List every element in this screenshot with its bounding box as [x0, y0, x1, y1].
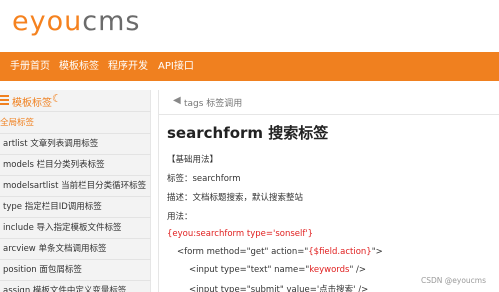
sidebar-item-assign[interactable]: assign 模板文件中定义变量标签: [0, 281, 151, 292]
nav-item-template-tags[interactable]: 模板标签: [59, 52, 99, 81]
sidebar-title: 模板标签: [12, 98, 52, 109]
page-title: searchform 搜索标签: [167, 124, 329, 142]
code-input1-name: keywords: [309, 265, 350, 275]
nav-item-development[interactable]: 程序开发: [108, 52, 148, 81]
usage-label: 用法：: [167, 212, 193, 222]
code-input-submit-line: <input type="submit" value='点击搜索' />: [189, 285, 369, 292]
sidebar-item-arcview[interactable]: arcview 单条文档调用标签: [0, 239, 151, 260]
logo-part-cms: cms: [82, 6, 141, 37]
sidebar-item-modelsartlist[interactable]: modelsartlist 当前栏目分类循环标签: [0, 176, 151, 197]
code-input1-post: " />: [349, 265, 367, 275]
back-arrow-icon[interactable]: ◀: [173, 95, 181, 106]
sidebar-item-position[interactable]: position 面包屑标签: [0, 260, 151, 281]
code-form-line: <form method="get" action="{$field.actio…: [177, 247, 383, 257]
nav-item-api[interactable]: API接口: [158, 52, 194, 81]
site-header: eyoucms: [0, 0, 499, 52]
moon-icon[interactable]: ☾: [52, 92, 62, 105]
code-form-post: ">: [371, 247, 383, 257]
eyoucms-logo[interactable]: eyoucms: [12, 6, 140, 37]
main-nav: 手册首页 模板标签 程序开发 API接口: [0, 52, 499, 81]
description-line: 描述：文档标题搜索，默认搜索整站: [167, 193, 304, 203]
code-form-action: {$field.action}: [308, 247, 372, 257]
sidebar-header: 模板标签 ☾: [0, 90, 151, 112]
logo-part-eyou: eyou: [12, 6, 83, 37]
tag-line: 标签：searchform: [167, 174, 241, 184]
main-content: ◀ tags 标签调用 searchform 搜索标签 【基础用法】 标签：se…: [158, 90, 499, 292]
sidebar: 模板标签 ☾ 全局标签 artlist 文章列表调用标签 models 栏目分类…: [0, 90, 151, 292]
sidebar-item-artlist[interactable]: artlist 文章列表调用标签: [0, 134, 151, 155]
breadcrumb-text[interactable]: tags 标签调用: [184, 96, 242, 109]
csdn-watermark: CSDN @eyoucms: [421, 276, 486, 285]
code-form-pre: <form method="get" action=": [177, 247, 309, 257]
spacer: [0, 81, 499, 90]
section-heading: 【基础用法】: [167, 155, 219, 165]
sidebar-item-type[interactable]: type 指定栏目ID调用标签: [0, 197, 151, 218]
sidebar-item-global-tags[interactable]: 全局标签: [0, 113, 151, 134]
sidebar-item-include[interactable]: include 导入指定模板文件标签: [0, 218, 151, 239]
code-input1-pre: <input type="text" name=": [189, 265, 310, 275]
menu-icon[interactable]: [0, 95, 9, 105]
code-input-text-line: <input type="text" name="keywords" />: [189, 265, 366, 275]
sidebar-item-models[interactable]: models 栏目分类列表标签: [0, 155, 151, 176]
nav-item-manual-home[interactable]: 手册首页: [10, 52, 50, 81]
code-open-tag: {eyou:searchform type='sonself'}: [167, 229, 314, 239]
breadcrumb: ◀ tags 标签调用: [159, 90, 499, 115]
